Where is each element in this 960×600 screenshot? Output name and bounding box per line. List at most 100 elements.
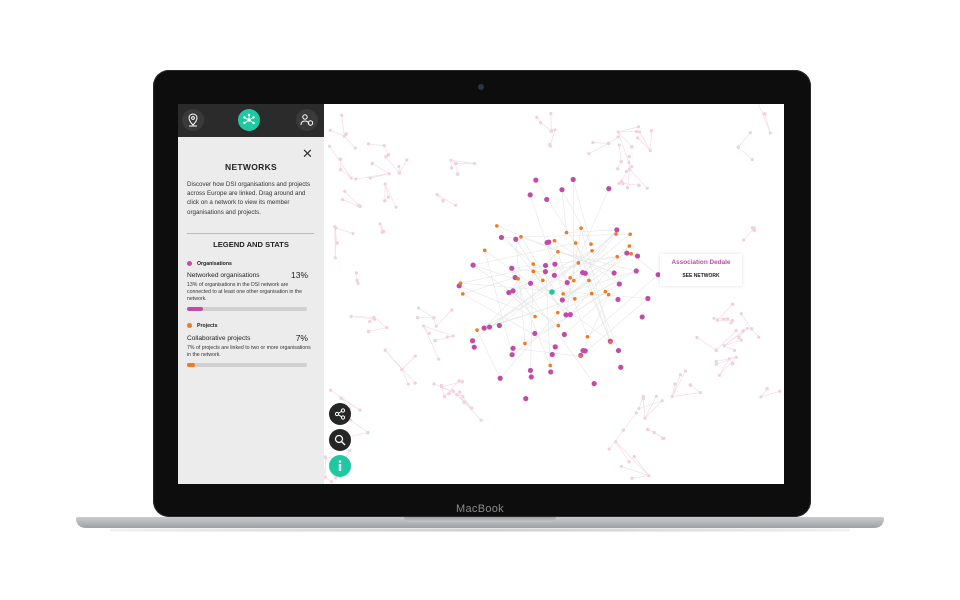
organisation-node[interactable]	[471, 344, 477, 350]
faded-node[interactable]	[634, 411, 638, 415]
project-node[interactable]	[561, 292, 565, 296]
faded-node[interactable]	[739, 338, 743, 342]
organisation-node[interactable]	[528, 374, 534, 380]
map-view-button[interactable]	[182, 109, 204, 131]
faded-node[interactable]	[714, 359, 718, 363]
organisation-node[interactable]	[486, 324, 493, 330]
faded-node[interactable]	[619, 464, 624, 468]
faded-node[interactable]	[416, 306, 421, 310]
share-button[interactable]	[329, 403, 351, 425]
project-node[interactable]	[541, 278, 545, 283]
organisation-node[interactable]	[616, 281, 622, 287]
organisation-node[interactable]	[498, 234, 505, 241]
faded-node[interactable]	[354, 177, 358, 181]
organisation-node[interactable]	[561, 331, 567, 338]
organisation-node[interactable]	[513, 236, 519, 242]
network-view-button[interactable]	[238, 109, 260, 131]
faded-node[interactable]	[394, 205, 398, 209]
organisation-node[interactable]	[544, 239, 550, 246]
faded-node[interactable]	[373, 317, 377, 321]
organisation-node[interactable]	[552, 344, 558, 350]
project-node[interactable]	[573, 297, 577, 301]
project-node[interactable]	[590, 248, 594, 253]
faded-node[interactable]	[455, 393, 459, 397]
organisation-node[interactable]	[615, 296, 621, 303]
organisation-node[interactable]	[551, 272, 557, 278]
faded-node[interactable]	[627, 161, 631, 165]
organisation-node[interactable]	[591, 381, 597, 387]
project-node[interactable]	[578, 354, 583, 359]
faded-node[interactable]	[729, 321, 733, 325]
project-node[interactable]	[576, 261, 581, 265]
faded-node[interactable]	[397, 164, 401, 169]
project-node[interactable]	[608, 340, 613, 345]
organisation-node[interactable]	[481, 325, 487, 331]
project-node[interactable]	[519, 235, 523, 239]
project-node[interactable]	[460, 292, 465, 296]
faded-node[interactable]	[607, 447, 611, 451]
faded-node[interactable]	[535, 115, 539, 120]
faded-node[interactable]	[630, 164, 634, 169]
organisation-node[interactable]	[510, 345, 516, 351]
faded-node[interactable]	[328, 128, 332, 132]
organisation-node[interactable]	[527, 367, 534, 374]
project-node[interactable]	[573, 241, 578, 245]
faded-node[interactable]	[637, 407, 641, 411]
faded-node[interactable]	[340, 113, 344, 117]
project-node[interactable]	[552, 238, 557, 243]
faded-node[interactable]	[616, 167, 620, 171]
faded-node[interactable]	[413, 381, 417, 385]
organisation-node[interactable]	[559, 297, 565, 303]
organisation-node[interactable]	[552, 261, 558, 267]
faded-node[interactable]	[587, 152, 591, 156]
organisation-node[interactable]	[614, 227, 620, 233]
search-button[interactable]	[329, 429, 351, 451]
organisation-node[interactable]	[582, 270, 588, 276]
faded-node[interactable]	[353, 146, 357, 150]
project-node[interactable]	[458, 281, 463, 285]
organisation-node[interactable]	[542, 269, 549, 275]
faded-node[interactable]	[406, 382, 410, 386]
project-node[interactable]	[614, 232, 618, 236]
faded-node[interactable]	[366, 142, 371, 146]
project-node[interactable]	[579, 226, 583, 230]
faded-node[interactable]	[450, 308, 454, 312]
project-node[interactable]	[531, 262, 536, 266]
organisation-node[interactable]	[533, 177, 539, 183]
project-node[interactable]	[495, 224, 499, 228]
faded-node[interactable]	[714, 362, 718, 366]
faded-node[interactable]	[638, 130, 642, 134]
faded-node[interactable]	[661, 436, 665, 441]
faded-node[interactable]	[645, 186, 649, 190]
faded-node[interactable]	[340, 197, 345, 202]
organisation-node[interactable]	[611, 270, 617, 276]
faded-node[interactable]	[683, 369, 688, 373]
project-node[interactable]	[564, 230, 569, 235]
faded-node[interactable]	[454, 203, 458, 207]
organisation-node[interactable]	[497, 375, 503, 381]
faded-node[interactable]	[351, 231, 355, 236]
faded-node[interactable]	[778, 389, 782, 393]
faded-node[interactable]	[433, 338, 437, 343]
organisation-node[interactable]	[527, 192, 533, 198]
faded-node[interactable]	[553, 128, 557, 132]
faded-node[interactable]	[445, 335, 449, 339]
faded-node[interactable]	[343, 189, 347, 193]
close-icon[interactable]: ✕	[302, 147, 313, 160]
faded-node[interactable]	[334, 226, 338, 230]
faded-node[interactable]	[329, 480, 334, 484]
project-node[interactable]	[475, 328, 479, 332]
project-node[interactable]	[568, 276, 572, 280]
project-node[interactable]	[555, 310, 560, 315]
project-node[interactable]	[482, 248, 487, 253]
faded-node[interactable]	[641, 394, 645, 398]
project-node[interactable]	[587, 278, 591, 283]
organisation-node[interactable]	[527, 280, 534, 286]
organisation-node[interactable]	[559, 187, 565, 193]
faded-node[interactable]	[479, 418, 483, 422]
project-node[interactable]	[589, 242, 593, 246]
faded-node[interactable]	[678, 373, 683, 377]
faded-node[interactable]	[356, 281, 360, 285]
faded-node[interactable]	[741, 329, 745, 333]
organisation-node[interactable]	[549, 351, 555, 358]
